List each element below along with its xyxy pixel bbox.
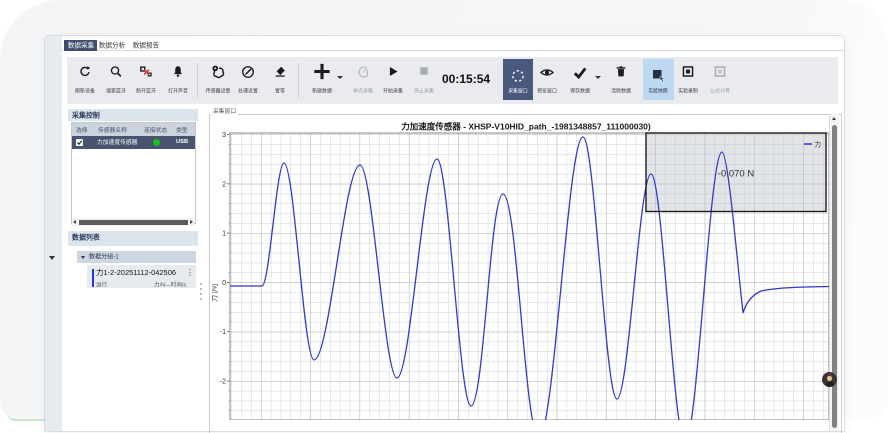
svg-text:力加速度传感器 - XHSP-V10HID_path_-19: 力加速度传感器 - XHSP-V10HID_path_-1981348857_1… (401, 122, 651, 132)
svg-text:-2: -2 (220, 379, 226, 386)
svg-text:2: 2 (222, 181, 226, 188)
svg-text:-1: -1 (220, 329, 226, 336)
svg-text:-0.070 N: -0.070 N (718, 169, 755, 180)
svg-text:3: 3 (222, 132, 226, 139)
svg-text:0: 0 (222, 280, 226, 287)
svg-text:1: 1 (222, 231, 226, 238)
svg-text:力 [N]: 力 [N] (212, 284, 219, 302)
svg-text:力: 力 (815, 140, 822, 149)
